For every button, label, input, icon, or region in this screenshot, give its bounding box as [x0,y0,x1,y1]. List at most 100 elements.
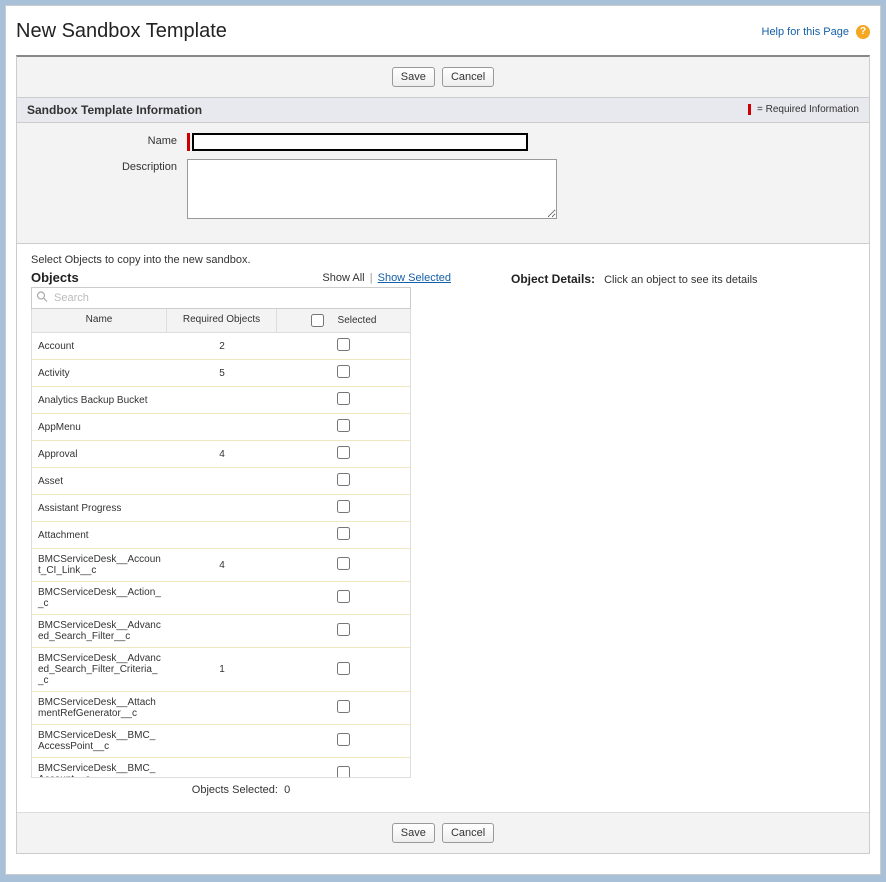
save-button[interactable]: Save [392,67,435,87]
object-details-text: Click an object to see its details [604,274,757,286]
button-row-bottom: Save Cancel [17,812,869,853]
table-row[interactable]: BMCServiceDesk__Action__c [32,582,410,615]
required-marker-icon [187,133,190,151]
row-checkbox[interactable] [337,623,350,636]
row-checkbox[interactable] [337,338,350,351]
search-input[interactable] [32,288,410,308]
row-checkbox[interactable] [337,446,350,459]
row-checkbox[interactable] [337,392,350,405]
row-checkbox[interactable] [337,527,350,540]
objects-section: Select Objects to copy into the new sand… [17,243,869,812]
cell-object-name: BMCServiceDesk__Advanced_Search_Filter__… [32,615,167,647]
page-header: New Sandbox Template Help for this Page … [16,14,870,55]
cell-required-count: 4 [167,555,277,576]
cell-required-count [167,769,277,778]
col-header-selected-label: Selected [338,315,377,326]
cancel-button[interactable]: Cancel [442,67,494,87]
table-row[interactable]: Approval4 [32,441,410,468]
row-checkbox[interactable] [337,766,350,778]
table-row[interactable]: Assistant Progress [32,495,410,522]
cell-object-name: Assistant Progress [32,498,167,519]
cell-object-name: Activity [32,363,167,384]
cell-object-name: Approval [32,444,167,465]
form-section: Name Description [17,123,869,243]
summary-count: 0 [284,784,290,796]
cell-required-count [167,395,277,405]
search-icon [36,291,48,306]
content-area: Save Cancel Sandbox Template Information… [16,55,870,854]
row-checkbox[interactable] [337,500,350,513]
cell-required-count: 2 [167,336,277,357]
window-frame: New Sandbox Template Help for this Page … [5,5,881,875]
table-row[interactable]: BMCServiceDesk__Advanced_Search_Filter_C… [32,648,410,692]
table-row[interactable]: BMCServiceDesk__AttachmentRefGenerator__… [32,692,410,725]
cell-selected [277,414,410,440]
row-checkbox[interactable] [337,365,350,378]
cell-selected [277,585,410,611]
objects-table-header: Name Required Objects Selected [31,309,411,333]
row-checkbox[interactable] [337,419,350,432]
row-checkbox[interactable] [337,473,350,486]
row-checkbox[interactable] [337,590,350,603]
description-input[interactable] [187,159,557,219]
cell-object-name: BMCServiceDesk__Advanced_Search_Filter_C… [32,648,167,691]
cell-selected [277,333,410,359]
objects-title: Objects [31,270,79,285]
cell-selected [277,695,410,721]
cell-object-name: Asset [32,471,167,492]
cell-object-name: BMCServiceDesk__BMC_AccessPoint__c [32,725,167,757]
table-row[interactable]: BMCServiceDesk__Account_CI_Link__c4 [32,549,410,582]
view-links: Show All | Show Selected [322,272,451,284]
row-checkbox[interactable] [337,733,350,746]
show-selected-link[interactable]: Show Selected [378,272,451,284]
cell-selected [277,468,410,494]
help-link-container: Help for this Page ? [762,25,871,39]
save-button-bottom[interactable]: Save [392,823,435,843]
table-row[interactable]: Analytics Backup Bucket [32,387,410,414]
table-row[interactable]: Account2 [32,333,410,360]
search-box [31,287,411,309]
help-link[interactable]: Help for this Page [762,25,849,37]
name-input[interactable] [192,133,528,151]
objects-scroll-area[interactable]: Account2Activity5Analytics Backup Bucket… [31,333,411,778]
cell-object-name: Attachment [32,525,167,546]
description-label: Description [27,159,187,173]
objects-left-col: Objects Show All | Show Selected [31,270,451,802]
table-row[interactable]: BMCServiceDesk__BMC_Account__c [32,758,410,778]
help-icon[interactable]: ? [856,25,870,39]
table-row[interactable]: BMCServiceDesk__Advanced_Search_Filter__… [32,615,410,648]
row-checkbox[interactable] [337,557,350,570]
row-checkbox[interactable] [337,700,350,713]
cell-selected [277,360,410,386]
table-row[interactable]: AppMenu [32,414,410,441]
table-row[interactable]: BMCServiceDesk__BMC_AccessPoint__c [32,725,410,758]
col-header-required: Required Objects [167,309,277,332]
summary-label: Objects Selected: [192,784,278,796]
table-row[interactable]: Attachment [32,522,410,549]
select-all-checkbox[interactable] [311,314,324,327]
cell-selected [277,728,410,754]
object-details-col: Object Details: Click an object to see i… [511,270,855,802]
section-title: Sandbox Template Information [27,103,202,117]
objects-table-wrap: Name Required Objects Selected Account2A… [31,309,411,778]
cell-required-count [167,703,277,713]
cell-required-count [167,626,277,636]
required-info-text: = Required Information [757,105,859,116]
cell-required-count: 5 [167,363,277,384]
button-row-top: Save Cancel [17,57,869,97]
table-row[interactable]: Asset [32,468,410,495]
cell-object-name: BMCServiceDesk__Action__c [32,582,167,614]
cell-required-count: 1 [167,659,277,680]
show-all-link[interactable]: Show All [322,272,364,284]
cancel-button-bottom[interactable]: Cancel [442,823,494,843]
object-details-title: Object Details: [511,272,595,286]
cell-object-name: BMCServiceDesk__BMC_Account__c [32,758,167,778]
cell-selected [277,618,410,644]
table-row[interactable]: Activity5 [32,360,410,387]
name-field-wrap [187,133,528,151]
row-checkbox[interactable] [337,662,350,675]
cell-required-count [167,476,277,486]
objects-header-row: Objects Show All | Show Selected [31,270,451,285]
form-row-name: Name [27,133,859,151]
cell-required-count [167,736,277,746]
